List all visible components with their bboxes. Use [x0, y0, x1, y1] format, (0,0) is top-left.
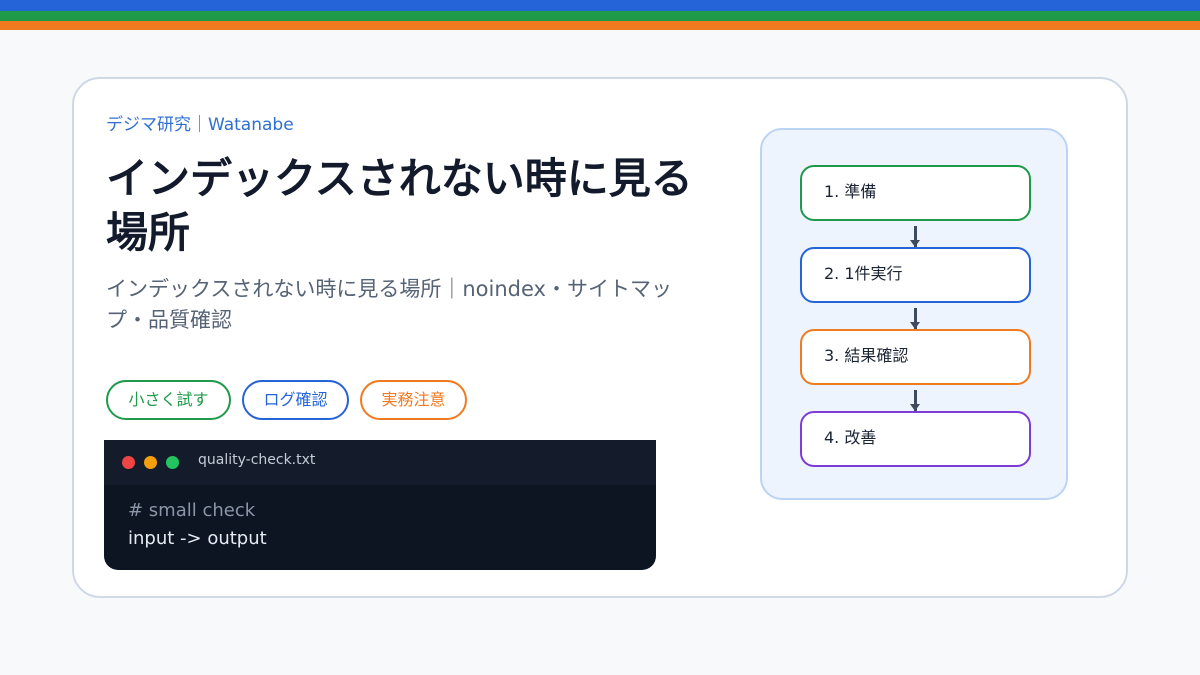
page-subtitle: インデックスされない時に見る場所｜noindex・サイトマップ・品質確認	[106, 277, 672, 332]
tag-practical-note: 実務注意	[360, 380, 467, 420]
code-filename: quality-check.txt	[198, 452, 316, 468]
flow-step-check-result: 3. 結果確認	[800, 329, 1031, 385]
maximize-dot-icon	[166, 456, 179, 469]
flow-arrow-1-icon	[910, 240, 920, 247]
flow-step-improve: 4. 改善	[800, 411, 1031, 467]
tag-try-small: 小さく試す	[106, 380, 231, 420]
minimize-dot-icon	[144, 456, 157, 469]
page-title: インデックスされない時に見る場所	[106, 154, 693, 257]
flow-arrow-2-icon	[910, 322, 920, 329]
eyebrow-author: デジマ研究｜Watanabe	[106, 115, 294, 135]
code-line-comment: # small check	[128, 500, 256, 521]
close-dot-icon	[122, 456, 135, 469]
flow-step-run-one: 2. 1件実行	[800, 247, 1031, 303]
flow-step-prepare: 1. 準備	[800, 165, 1031, 221]
tag-log-check: ログ確認	[242, 380, 349, 420]
stripe-blue	[0, 0, 1200, 11]
flow-arrow-3-icon	[910, 404, 920, 411]
stripe-green	[0, 11, 1200, 21]
code-title-bar: quality-check.txt	[104, 440, 656, 485]
code-window: quality-check.txt # small check input ->…	[104, 440, 656, 570]
code-line-statement: input -> output	[128, 528, 267, 549]
stripe-orange	[0, 21, 1200, 30]
header-stripes	[0, 0, 1200, 30]
